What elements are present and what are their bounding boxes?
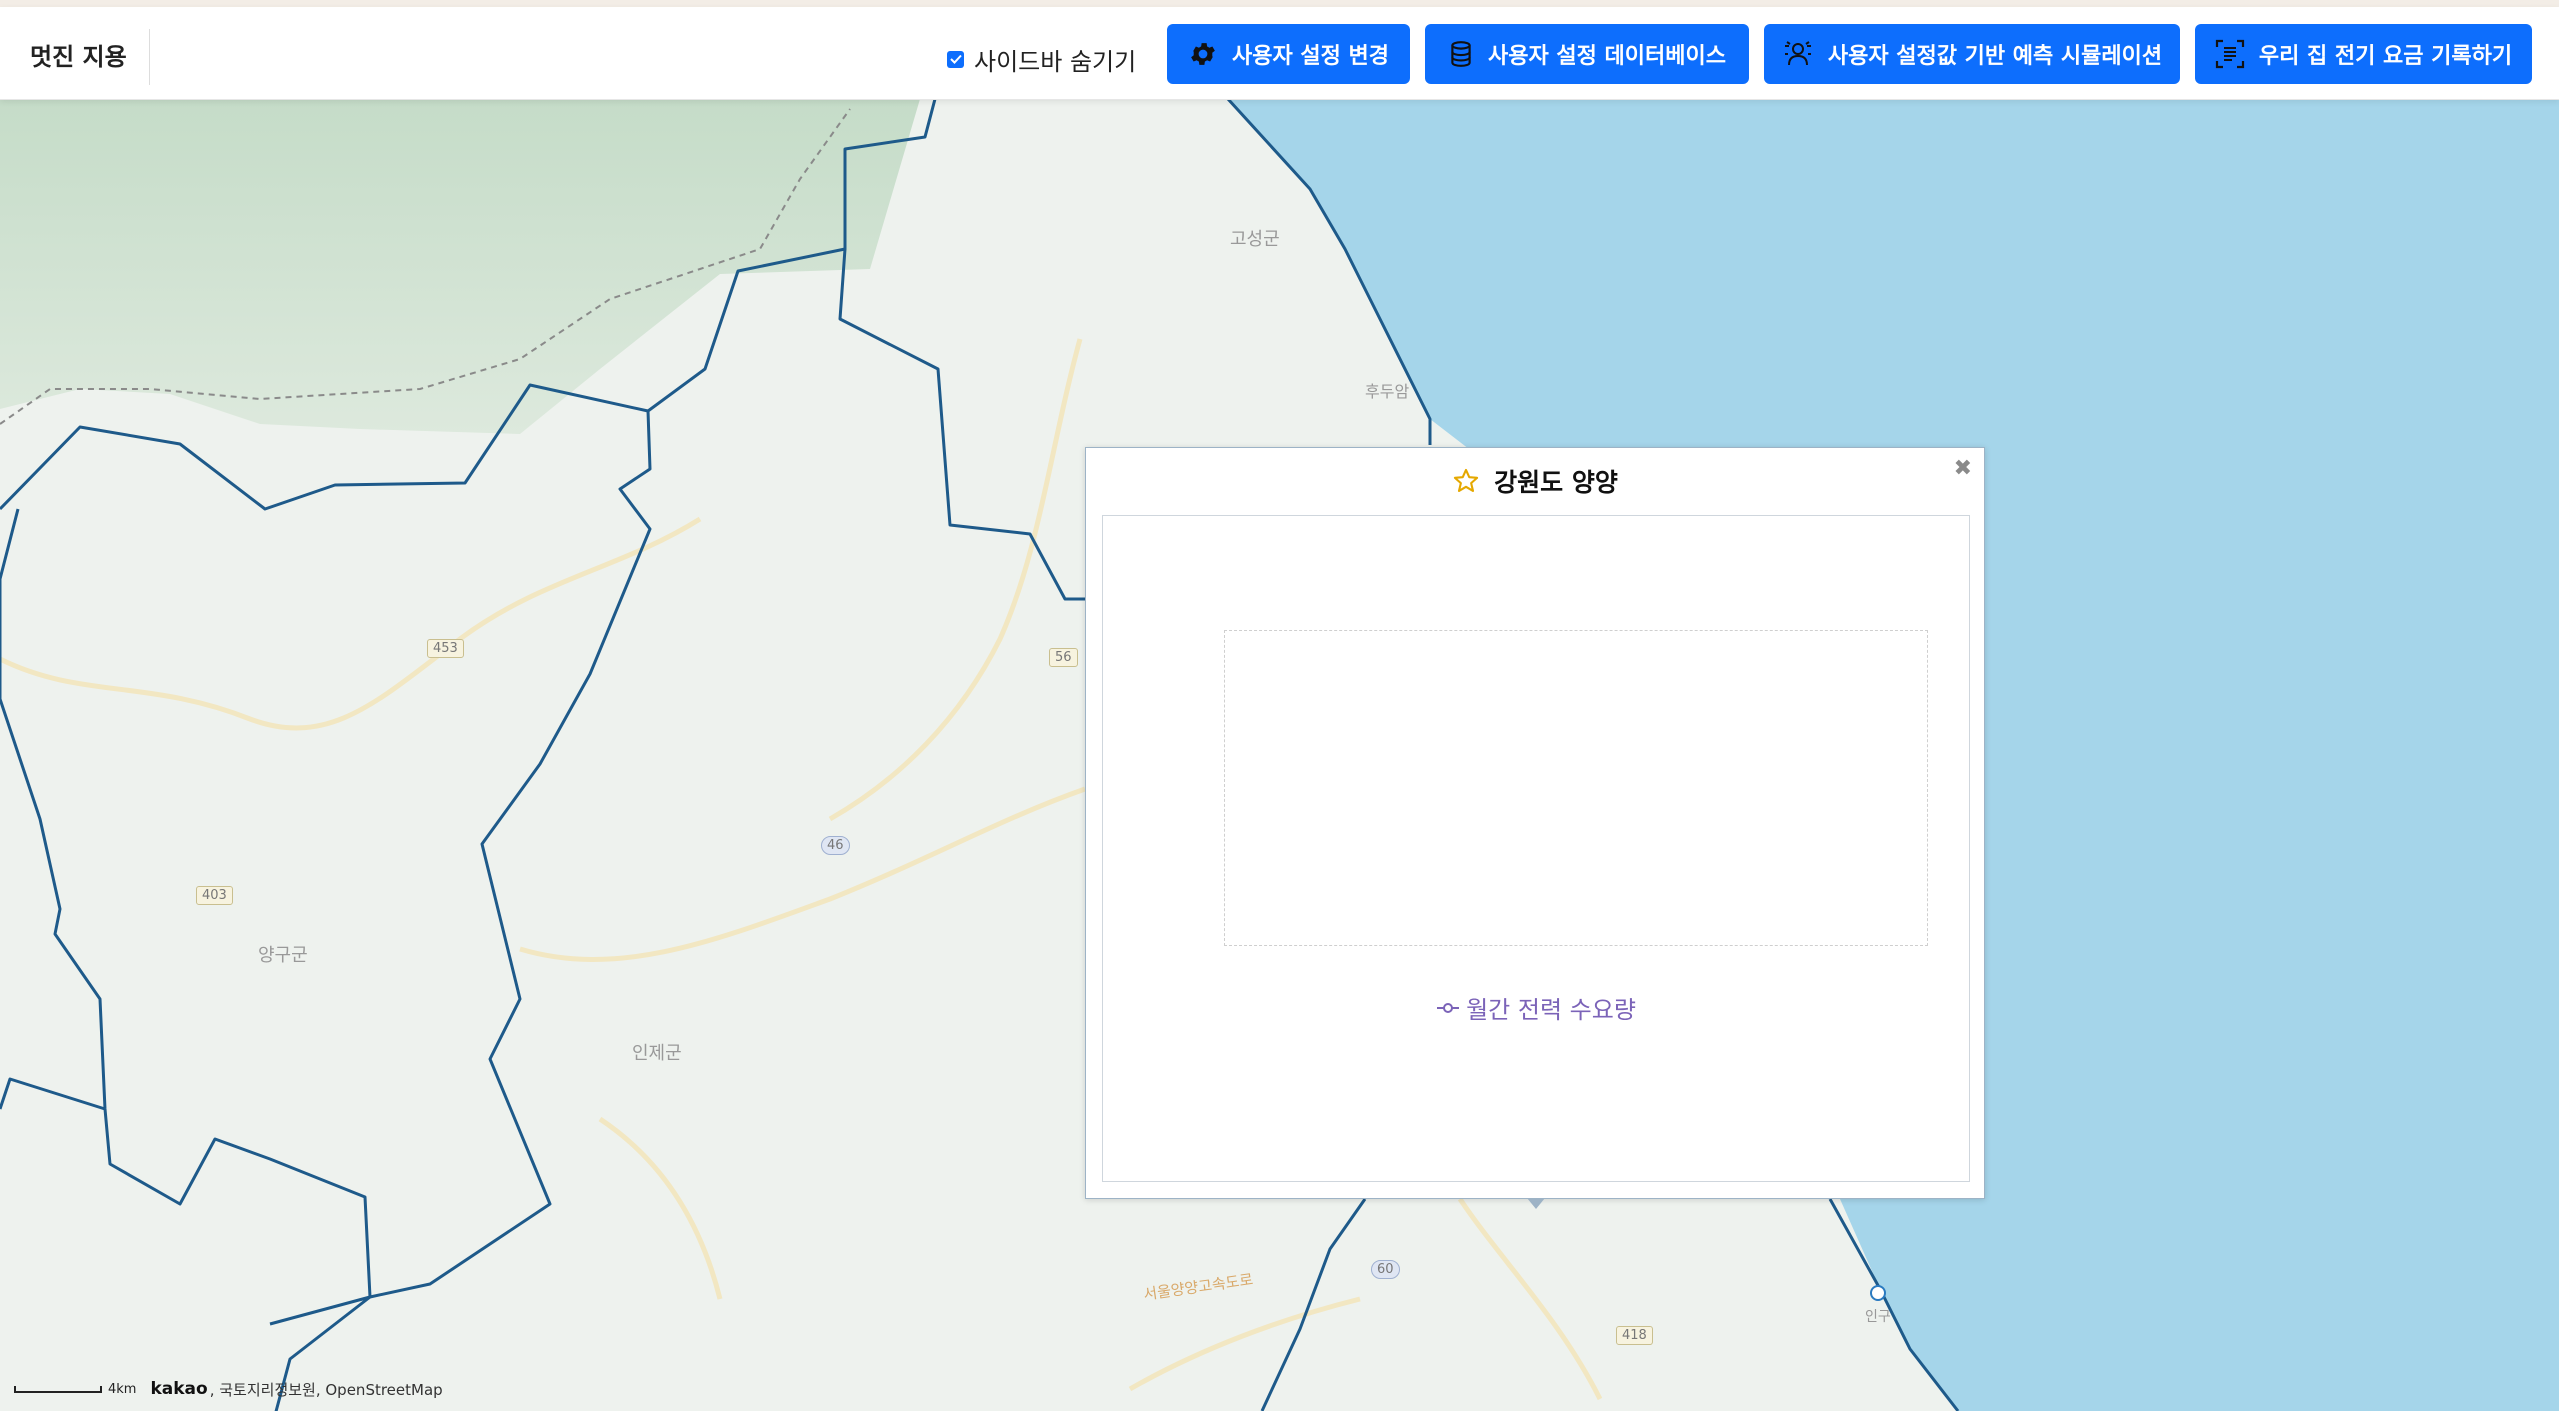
top-border — [0, 0, 2559, 7]
map-label-port: 인구 — [1865, 1309, 1891, 1325]
route-shield: 418 — [1616, 1326, 1653, 1345]
user-settings-button[interactable]: 사용자 설정 변경 — [1167, 24, 1410, 84]
map-label-inje: 인제군 — [632, 1043, 682, 1064]
region-popup: ✖ 강원도 양양 월간 전력 수요량 — [1085, 447, 1985, 1209]
record-electricity-bill-label: 우리 집 전기 요금 기록하기 — [2258, 44, 2513, 69]
gear-icon — [1191, 43, 1215, 65]
prediction-simulation-label: 사용자 설정값 기반 예측 시뮬레이션 — [1827, 44, 2163, 69]
record-electricity-bill-button[interactable]: 우리 집 전기 요금 기록하기 — [2195, 24, 2532, 84]
route-shield: 56 — [1049, 648, 1078, 667]
power-demand-chart: 월간 전력 수요량 — [1102, 515, 1970, 1182]
route-shield: 453 — [427, 639, 464, 658]
top-navbar: 멋진 지용 사이드바 숨기기 사용자 설정 변경 사용자 설정 데이터베이스 사… — [0, 7, 2559, 100]
chart-legend[interactable]: 월간 전력 수요량 — [1103, 990, 1969, 1025]
settings-database-label: 사용자 설정 데이터베이스 — [1488, 44, 1726, 69]
map-label-goseong: 고성군 — [1230, 229, 1280, 250]
kakao-logo[interactable]: kakao — [150, 1379, 207, 1399]
legend-label: 월간 전력 수요량 — [1466, 996, 1636, 1024]
document-scan-icon — [2215, 39, 2244, 69]
star-outline-icon[interactable] — [1452, 467, 1480, 495]
scale-bar — [14, 1385, 102, 1393]
sidebar-toggle[interactable]: 사이드바 숨기기 — [947, 37, 1136, 81]
sidebar-toggle-label: 사이드바 숨기기 — [974, 47, 1137, 76]
brand-title[interactable]: 멋진 지용 — [30, 29, 150, 85]
route-shield: 403 — [196, 886, 233, 905]
route-shield: 46 — [821, 836, 850, 855]
popup-title-text: 강원도 양양 — [1494, 468, 1618, 497]
prediction-simulation-button[interactable]: 사용자 설정값 기반 예측 시뮬레이션 — [1764, 24, 2180, 84]
scale-label: 4km — [108, 1381, 137, 1397]
settings-database-button[interactable]: 사용자 설정 데이터베이스 — [1425, 24, 1749, 84]
popup-pointer — [1527, 1198, 1545, 1209]
map-label-yanggu: 양구군 — [258, 945, 308, 966]
attribution-sources: , 국토지리정보원, OpenStreetMap — [209, 1380, 443, 1399]
legend-line-marker-icon — [1437, 1002, 1460, 1013]
popup-title: 강원도 양양 — [1086, 463, 1984, 499]
map-attribution: 4km kakao , 국토지리정보원, OpenStreetMap — [14, 1378, 443, 1400]
chart-plot-area — [1224, 630, 1928, 946]
route-shield: 60 — [1371, 1260, 1400, 1279]
location-pin-icon[interactable] — [1868, 1283, 1888, 1303]
sidebar-toggle-checkbox[interactable] — [947, 50, 964, 68]
user-scan-icon — [1784, 41, 1811, 66]
map-label-bawi: 후두암 — [1365, 382, 1410, 401]
database-icon — [1451, 41, 1471, 67]
user-settings-label: 사용자 설정 변경 — [1232, 44, 1389, 69]
